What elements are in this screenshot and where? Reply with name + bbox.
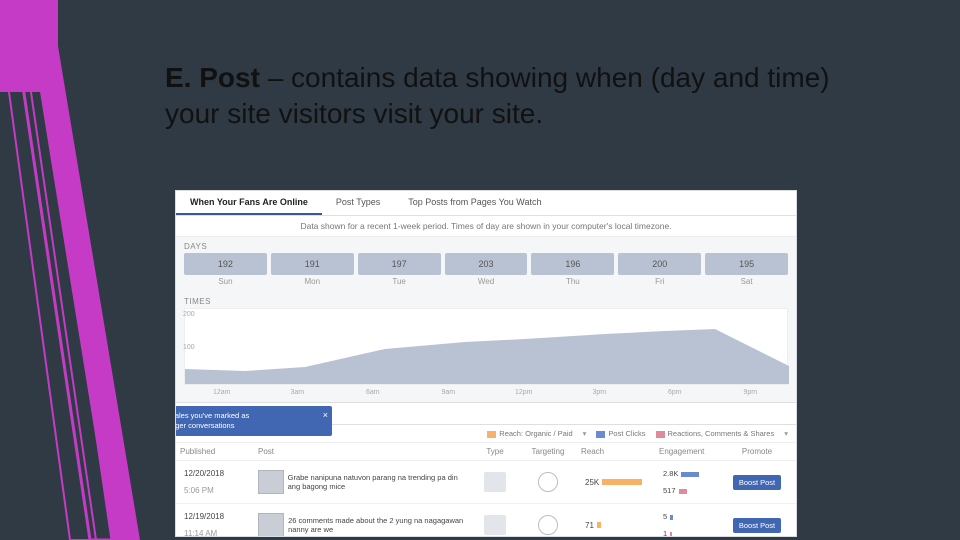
day-box: 200 (618, 253, 701, 275)
image-icon (484, 472, 506, 492)
times-area-chart: 200 100 (184, 308, 788, 385)
day-label: Thu (531, 277, 614, 286)
day-label: Sat (705, 277, 788, 286)
day-label: Fri (618, 277, 701, 286)
swatch-reach (487, 431, 496, 438)
insights-tabs: When Your Fans Are Online Post Types Top… (176, 191, 796, 216)
close-icon[interactable]: × (323, 410, 328, 420)
col-type: Type (471, 443, 519, 460)
day-label: Tue (358, 277, 441, 286)
days-label: DAYS (176, 237, 796, 253)
col-engagement: Engagement (655, 443, 718, 460)
cell-post: Grabe nanipuna natuvon parang na trendin… (254, 466, 471, 498)
time-label: 6am (335, 389, 411, 396)
col-targeting: Targeting (519, 443, 577, 460)
day-label: Mon (271, 277, 354, 286)
heading-rest: – contains data showing when (day and ti… (165, 62, 830, 129)
swatch-reactions (656, 431, 665, 438)
post-caption: 26 comments made about the 2 yung na nag… (288, 516, 467, 534)
day-axis-labels: Sun Mon Tue Wed Thu Fri Sat (176, 275, 796, 292)
slide-heading: E. Post – contains data showing when (da… (165, 60, 865, 132)
posts-table-head: Published Post Type Targeting Reach Enga… (176, 443, 796, 461)
messenger-toast[interactable]: ck the sales you've marked as messenger … (175, 406, 332, 436)
day-label: Sun (184, 277, 267, 286)
tab-post-types[interactable]: Post Types (322, 191, 394, 215)
cell-reach: 25K (577, 470, 655, 495)
time-label: 3pm (562, 389, 638, 396)
time-label: 9pm (713, 389, 789, 396)
col-post: Post (254, 443, 471, 460)
heading-bold: E. Post (165, 62, 260, 93)
cell-engagement: 2.8K 517 (655, 461, 718, 503)
cell-reach: 71 (577, 513, 655, 538)
day-box: 192 (184, 253, 267, 275)
table-row[interactable]: 12/19/201811:14 AM 26 comments made abou… (176, 504, 796, 537)
legend-reactions: Reactions, Comments & Shares (656, 429, 775, 438)
legend-clicks: Post Clicks (596, 429, 645, 438)
boost-button[interactable]: Boost Post (733, 518, 781, 533)
time-label: 6pm (637, 389, 713, 396)
day-box: 191 (271, 253, 354, 275)
time-axis-labels: 12am 3am 6am 9am 12pm 3pm 6pm 9pm (176, 389, 796, 402)
day-box: 197 (358, 253, 441, 275)
cell-engagement: 5 1 (655, 504, 718, 537)
cell-published: 12/19/201811:14 AM (176, 504, 254, 537)
tab-fans-online[interactable]: When Your Fans Are Online (176, 191, 322, 215)
post-thumb (258, 470, 284, 494)
days-bar-chart: 192 191 197 203 196 200 195 (176, 253, 796, 275)
col-published: Published (176, 443, 254, 460)
day-box: 203 (445, 253, 528, 275)
day-box: 195 (705, 253, 788, 275)
time-label: 3am (260, 389, 336, 396)
time-label: 12pm (486, 389, 562, 396)
toast-line2: messenger conversations (175, 421, 234, 430)
day-label: Wed (445, 277, 528, 286)
times-label: TIMES (176, 292, 796, 308)
insights-screenshot: When Your Fans Are Online Post Types Top… (175, 190, 797, 537)
table-row[interactable]: 12/20/20185:06 PM Grabe nanipuna natuvon… (176, 461, 796, 504)
image-icon (484, 515, 506, 535)
cell-published: 12/20/20185:06 PM (176, 461, 254, 503)
post-thumb (258, 513, 284, 537)
boost-button[interactable]: Boost Post (733, 475, 781, 490)
globe-icon (538, 472, 558, 492)
legend-reach: Reach: Organic / Paid (487, 429, 572, 438)
cell-post: 26 comments made about the 2 yung na nag… (254, 509, 471, 537)
col-promote: Promote (718, 443, 796, 460)
timezone-note: Data shown for a recent 1-week period. T… (176, 216, 796, 237)
chevron-down-icon[interactable]: ▾ (583, 429, 587, 438)
toast-line1: ck the sales you've marked as (175, 411, 249, 420)
globe-icon (538, 515, 558, 535)
day-box: 196 (531, 253, 614, 275)
time-label: 9am (411, 389, 487, 396)
tab-top-posts[interactable]: Top Posts from Pages You Watch (394, 191, 555, 215)
chevron-down-icon[interactable]: ▾ (784, 429, 788, 438)
col-reach: Reach (577, 443, 655, 460)
post-caption: Grabe nanipuna natuvon parang na trendin… (288, 473, 467, 491)
swatch-clicks (596, 431, 605, 438)
time-label: 12am (184, 389, 260, 396)
